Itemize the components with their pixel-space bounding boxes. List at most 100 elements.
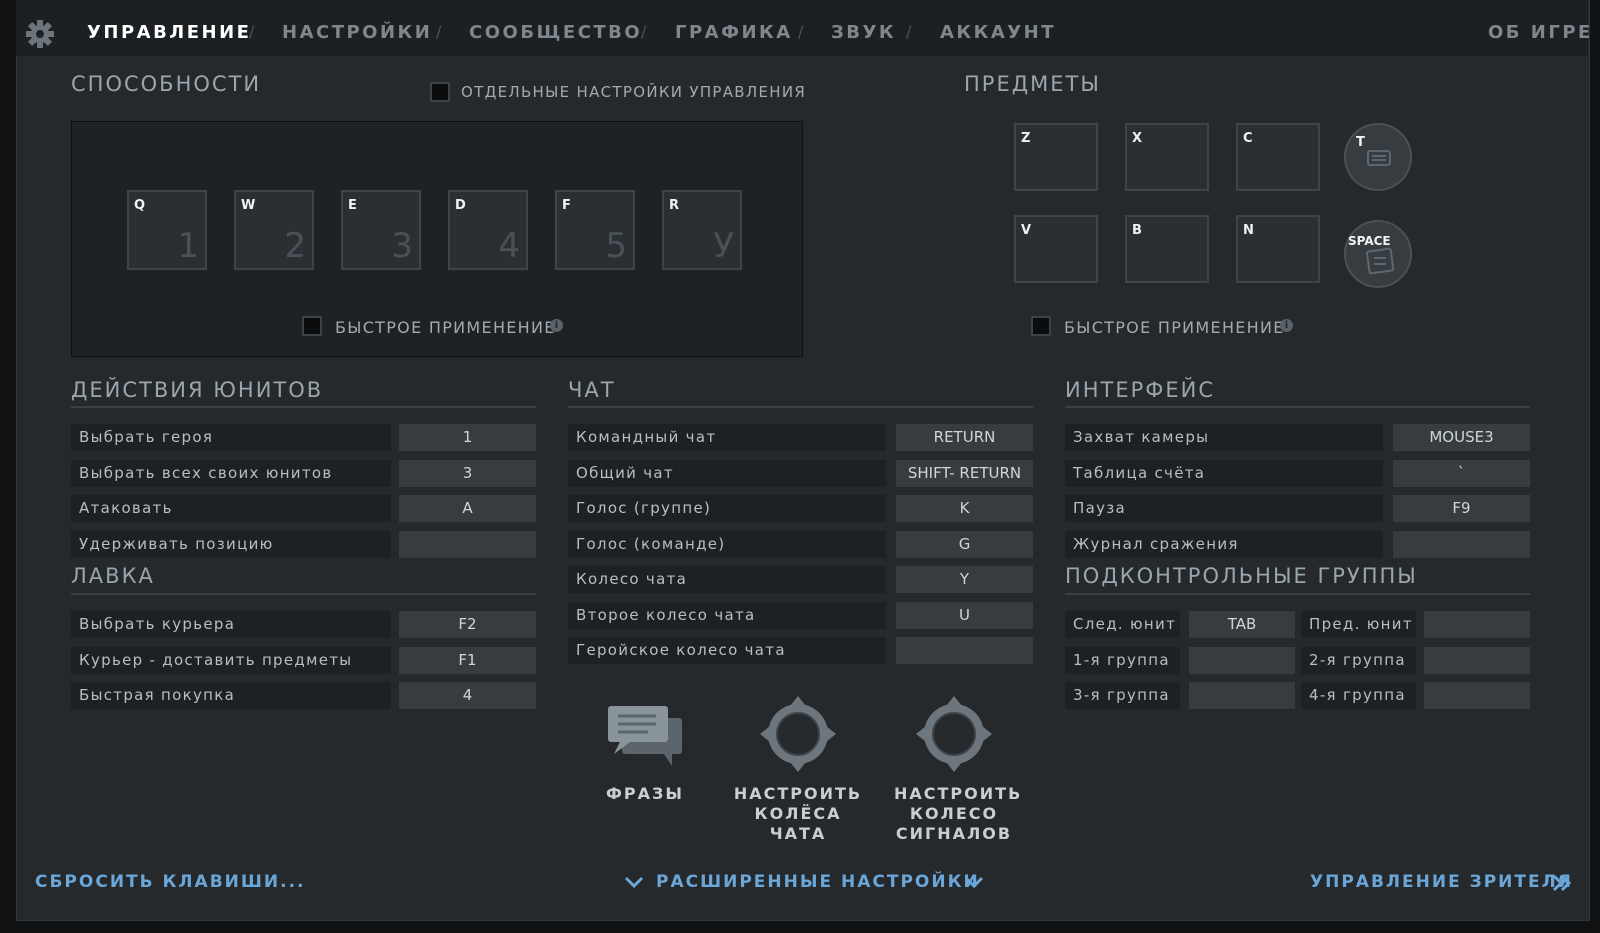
about-game-link[interactable]: ОБ ИГРЕ bbox=[1488, 22, 1593, 43]
hotkey-label: 2-я группа bbox=[1301, 647, 1416, 674]
tab-graphics[interactable]: ГРАФИКА bbox=[675, 22, 793, 43]
spectator-controls-label: УПРАВЛЕНИЕ ЗРИТЕЛЯ bbox=[1310, 872, 1573, 892]
spectator-controls-link[interactable]: УПРАВЛЕНИЕ ЗРИТЕЛЯ bbox=[1310, 870, 1580, 896]
hotkey-input[interactable] bbox=[1424, 682, 1530, 709]
item-slot-v[interactable]: V bbox=[1014, 215, 1098, 283]
hotkey-input[interactable]: 1 bbox=[399, 424, 536, 451]
item-hotkey: N bbox=[1243, 223, 1254, 238]
hotkey-input[interactable] bbox=[1424, 611, 1530, 638]
teleport-slot[interactable]: T bbox=[1344, 123, 1412, 191]
hotkey-input[interactable]: ` bbox=[1393, 460, 1530, 487]
hotkey-label: Выбрать курьера bbox=[71, 611, 391, 638]
nav-separator: / bbox=[798, 22, 804, 41]
hotkey-input[interactable]: A bbox=[399, 495, 536, 522]
chevron-down-icon bbox=[624, 874, 644, 893]
advanced-settings-toggle[interactable]: РАСШИРЕННЫЕ НАСТРОЙКИ bbox=[624, 870, 994, 896]
hotkey-input[interactable]: Y bbox=[896, 566, 1033, 593]
reset-keys-link[interactable]: СБРОСИТЬ КЛАВИШИ... bbox=[35, 872, 305, 892]
hotkey-label: Второе колесо чата bbox=[568, 602, 886, 629]
hotkey-input[interactable] bbox=[399, 531, 536, 558]
tab-community[interactable]: СООБЩЕСТВО bbox=[469, 22, 642, 43]
ability-slot-e[interactable]: E 3 bbox=[341, 190, 421, 270]
hotkey-label: Пауза bbox=[1065, 495, 1383, 522]
items-quick-cast-checkbox[interactable] bbox=[1031, 316, 1051, 336]
unit-actions-title: ДЕЙСТВИЯ ЮНИТОВ bbox=[71, 378, 324, 402]
hotkey-label: Колесо чата bbox=[568, 566, 886, 593]
hotkey-input[interactable]: U bbox=[896, 602, 1033, 629]
item-slot-z[interactable]: Z bbox=[1014, 123, 1098, 191]
configure-ping-wheel-button[interactable]: НАСТРОИТЬ КОЛЕСО СИГНАЛОВ bbox=[884, 692, 1024, 843]
configure-chat-wheel-label: НАСТРОИТЬ КОЛЁСА ЧАТА bbox=[733, 784, 863, 843]
hotkey-input[interactable] bbox=[896, 637, 1033, 664]
hotkey-input[interactable]: F2 bbox=[399, 611, 536, 638]
ability-number: 2 bbox=[284, 226, 306, 266]
teleport-scroll-icon bbox=[1364, 143, 1394, 177]
info-icon[interactable]: i bbox=[550, 319, 563, 332]
chat-wheel-icon bbox=[758, 694, 838, 778]
hotkey-input[interactable]: F9 bbox=[1393, 495, 1530, 522]
advanced-settings-label: РАСШИРЕННЫЕ НАСТРОЙКИ bbox=[656, 872, 980, 892]
gear-icon[interactable] bbox=[24, 18, 56, 50]
hotkey-input[interactable]: RETURN bbox=[896, 424, 1033, 451]
hotkey-input[interactable] bbox=[1424, 647, 1530, 674]
hotkey-input[interactable]: G bbox=[896, 531, 1033, 558]
chevron-down-icon bbox=[964, 874, 984, 893]
ability-hotkey: W bbox=[241, 198, 256, 213]
hotkey-label: 3-я группа bbox=[1065, 682, 1180, 709]
ability-slot-w[interactable]: W 2 bbox=[234, 190, 314, 270]
separate-controls-checkbox[interactable] bbox=[430, 82, 450, 102]
ability-hotkey: F bbox=[562, 198, 571, 213]
ability-number: 1 bbox=[177, 226, 199, 266]
hotkey-label: Геройское колесо чата bbox=[568, 637, 886, 664]
ability-hotkey: D bbox=[455, 198, 466, 213]
hotkey-input[interactable] bbox=[1189, 647, 1295, 674]
hotkey-input[interactable]: TAB bbox=[1189, 611, 1295, 638]
hotkey-input[interactable] bbox=[1189, 682, 1295, 709]
interface-title: ИНТЕРФЕЙС bbox=[1065, 378, 1215, 402]
tab-sound[interactable]: ЗВУК bbox=[831, 22, 896, 43]
configure-ping-wheel-label: НАСТРОИТЬ КОЛЕСО СИГНАЛОВ bbox=[894, 784, 1023, 843]
ability-number: 4 bbox=[498, 226, 520, 266]
hotkey-input[interactable] bbox=[1393, 531, 1530, 558]
ability-slot-d[interactable]: D 4 bbox=[448, 190, 528, 270]
chat-title: ЧАТ bbox=[568, 378, 616, 402]
phrases-button[interactable]: ФРАЗЫ bbox=[590, 700, 700, 810]
hotkey-input[interactable]: 4 bbox=[399, 682, 536, 709]
hotkey-label: Захват камеры bbox=[1065, 424, 1383, 451]
tab-settings[interactable]: НАСТРОЙКИ bbox=[282, 22, 432, 43]
hotkey-input[interactable]: K bbox=[896, 495, 1033, 522]
item-slot-b[interactable]: B bbox=[1125, 215, 1209, 283]
abilities-quick-cast-label: БЫСТРОЕ ПРИМЕНЕНИЕ bbox=[335, 318, 556, 337]
configure-chat-wheel-button[interactable]: НАСТРОИТЬ КОЛЁСА ЧАТА bbox=[728, 692, 868, 843]
items-quick-cast-label: БЫСТРОЕ ПРИМЕНЕНИЕ bbox=[1064, 318, 1285, 337]
ability-slot-r[interactable]: R У bbox=[662, 190, 742, 270]
top-navigation: УПРАВЛЕНИЕ / НАСТРОЙКИ / СООБЩЕСТВО / ГР… bbox=[16, 0, 1590, 56]
hotkey-input[interactable]: SHIFT- RETURN bbox=[896, 460, 1033, 487]
neutral-item-slot[interactable]: SPACE bbox=[1344, 220, 1412, 288]
hotkey-input[interactable]: MOUSE3 bbox=[1393, 424, 1530, 451]
hotkey-label: Журнал сражения bbox=[1065, 531, 1383, 558]
control-groups-title: ПОДКОНТРОЛЬНЫЕ ГРУППЫ bbox=[1065, 564, 1418, 588]
tab-account[interactable]: АККАУНТ bbox=[940, 22, 1056, 43]
ability-slot-q[interactable]: Q 1 bbox=[127, 190, 207, 270]
hotkey-input[interactable]: F1 bbox=[399, 647, 536, 674]
separate-controls-label: ОТДЕЛЬНЫЕ НАСТРОЙКИ УПРАВЛЕНИЯ bbox=[461, 83, 807, 101]
teleport-hotkey: T bbox=[1356, 135, 1365, 150]
item-slot-c[interactable]: C bbox=[1236, 123, 1320, 191]
item-slot-x[interactable]: X bbox=[1125, 123, 1209, 191]
nav-separator: / bbox=[249, 22, 255, 41]
abilities-title: СПОСОБНОСТИ bbox=[71, 72, 262, 96]
tab-controls[interactable]: УПРАВЛЕНИЕ bbox=[87, 22, 251, 43]
abilities-quick-cast-checkbox[interactable] bbox=[302, 316, 322, 336]
ability-number: 3 bbox=[391, 226, 413, 266]
hotkey-label: Голос (группе) bbox=[568, 495, 886, 522]
hotkey-label: Курьер - доставить предметы bbox=[71, 647, 391, 674]
ability-slot-f[interactable]: F 5 bbox=[555, 190, 635, 270]
item-slot-n[interactable]: N bbox=[1236, 215, 1320, 283]
hotkey-input[interactable]: 3 bbox=[399, 460, 536, 487]
hotkey-label: Пред. юнит bbox=[1301, 611, 1416, 638]
item-hotkey: B bbox=[1132, 223, 1142, 238]
info-icon[interactable]: i bbox=[1280, 319, 1293, 332]
ability-number: 5 bbox=[605, 226, 627, 266]
nav-separator: / bbox=[906, 22, 912, 41]
